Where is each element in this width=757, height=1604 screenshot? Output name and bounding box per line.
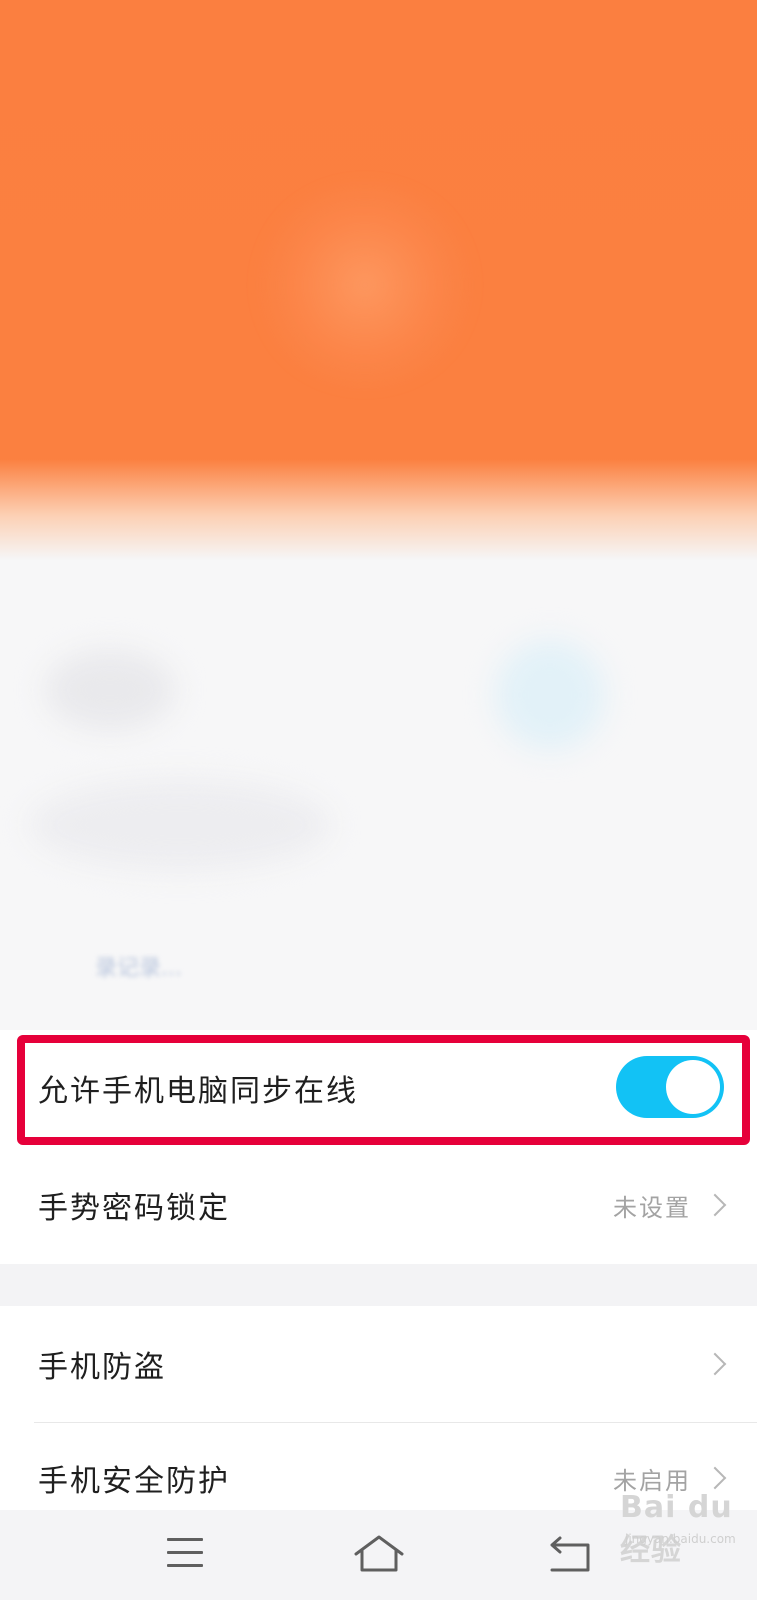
home-button[interactable] <box>334 1510 424 1600</box>
blurred-item <box>495 640 605 750</box>
blurred-content: 录记录... <box>0 560 757 1030</box>
back-button[interactable] <box>530 1510 620 1600</box>
chevron-right-icon <box>703 1352 727 1376</box>
menu-icon <box>167 1538 203 1577</box>
menu-button[interactable] <box>145 1510 235 1600</box>
section-gap <box>0 1264 757 1306</box>
chevron-right-icon <box>703 1193 727 1217</box>
baidu-watermark-url: jingyan.baidu.com <box>625 1532 736 1546</box>
blurred-link-text: 录记录... <box>95 956 182 981</box>
blurred-item <box>45 650 175 730</box>
phone-security-label: 手机安全防护 <box>38 1464 230 1499</box>
back-icon <box>550 1536 590 1572</box>
baidu-watermark: Bai du 经验 <box>620 1490 733 1568</box>
anti-theft-label: 手机防盗 <box>38 1350 166 1385</box>
settings-row-gesture-lock[interactable]: 手势密码锁定 未设置 <box>0 1146 757 1264</box>
gesture-lock-value: 未设置 <box>613 1193 691 1222</box>
blurred-item <box>30 780 330 870</box>
home-icon <box>354 1535 404 1572</box>
blurred-header <box>0 0 757 560</box>
blurred-avatar <box>250 180 480 390</box>
settings-row-anti-theft[interactable]: 手机防盗 <box>0 1306 757 1422</box>
gesture-lock-label: 手势密码锁定 <box>38 1191 230 1226</box>
chevron-right-icon <box>703 1466 727 1490</box>
highlight-box <box>17 1035 750 1145</box>
